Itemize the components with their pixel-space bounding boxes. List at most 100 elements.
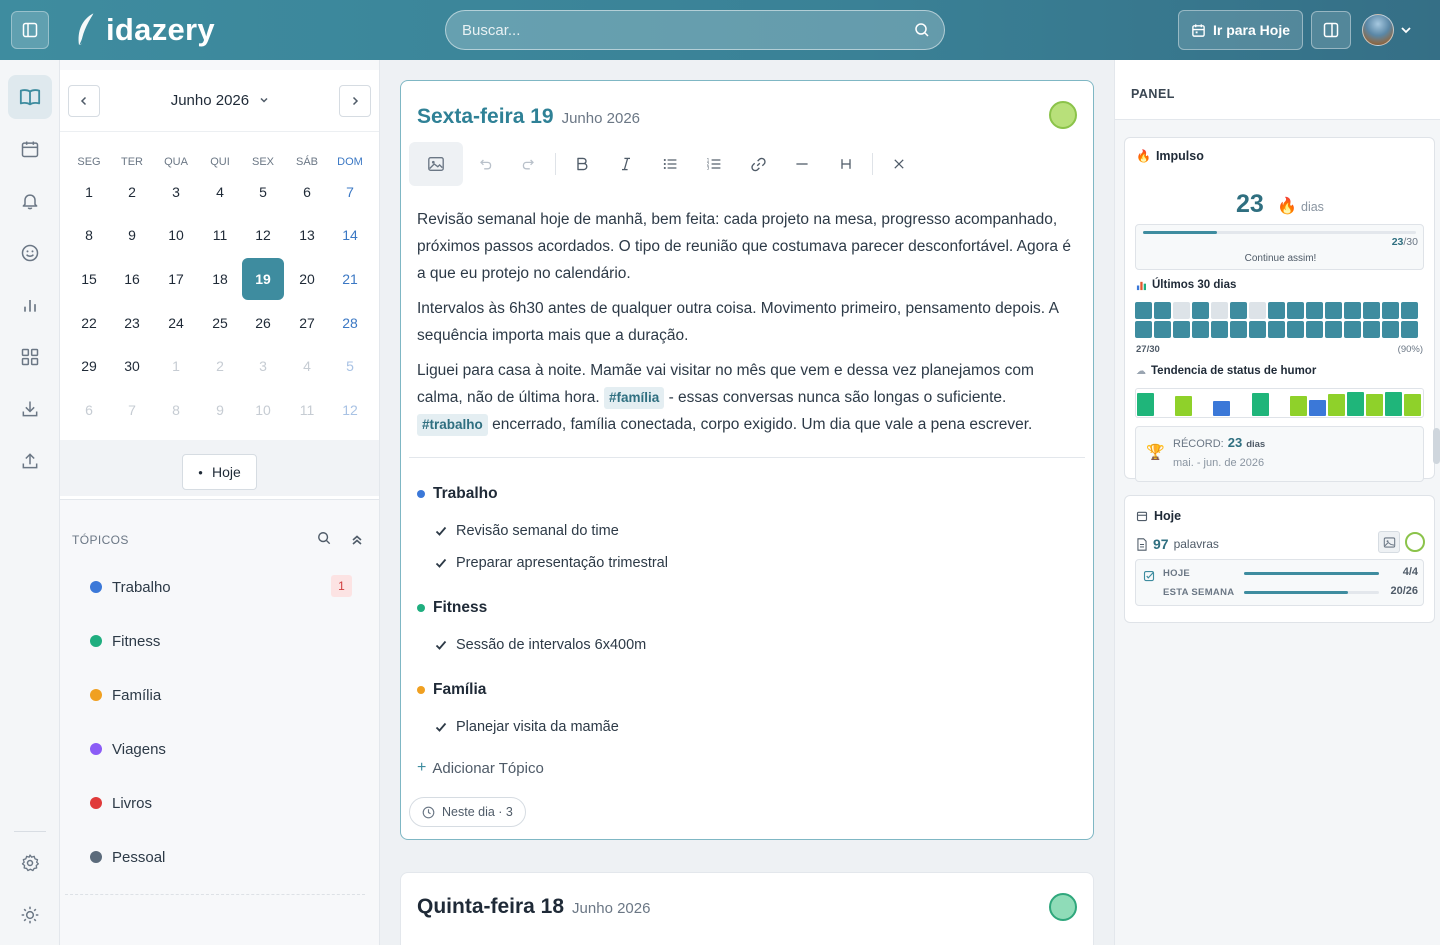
journal-entry[interactable]: Sexta-feira 19 Junho 2026 1 2 3 Revisão …	[400, 80, 1094, 840]
toggle-panel-button[interactable]	[1311, 11, 1351, 49]
collapse-topics-icon[interactable]	[351, 534, 363, 546]
add-topic-button[interactable]: + Adicionar Tópico	[417, 759, 544, 777]
calendar-day[interactable]: 3	[155, 171, 197, 213]
bold-button[interactable]	[560, 142, 604, 186]
calendar-day[interactable]: 17	[155, 258, 197, 300]
topic-section-heading[interactable]: Trabalho	[417, 485, 498, 503]
calendar-day[interactable]: 25	[199, 302, 241, 344]
calendar-day[interactable]: 22	[68, 302, 110, 344]
panel-scrollbar[interactable]	[1433, 428, 1440, 464]
calendar-day[interactable]: 13	[286, 214, 328, 256]
topic-item[interactable]: Família	[90, 683, 161, 707]
calendar-day[interactable]: 11	[286, 389, 328, 431]
calendar-day[interactable]: 2	[199, 345, 241, 387]
calendar-day[interactable]: 10	[155, 214, 197, 256]
bullet-list-button[interactable]	[648, 142, 692, 186]
sidebar-toggle-button[interactable]	[11, 11, 49, 49]
calendar-day[interactable]: 15	[68, 258, 110, 300]
topic-item[interactable]: Fitness	[90, 629, 160, 653]
check-icon[interactable]	[435, 557, 447, 569]
calendar-today-button[interactable]: ● Hoje	[182, 454, 257, 490]
calendar-day[interactable]: 23	[111, 302, 153, 344]
calendar-day[interactable]: 6	[68, 389, 110, 431]
rail-dashboard-button[interactable]	[8, 335, 52, 379]
calendar-day[interactable]: 21	[329, 258, 371, 300]
mood-indicator[interactable]	[1049, 101, 1077, 129]
calendar-day[interactable]: 1	[155, 345, 197, 387]
calendar-day[interactable]: 14	[329, 214, 371, 256]
calendar-day[interactable]: 4	[286, 345, 328, 387]
next-month-button[interactable]	[339, 85, 371, 117]
rail-theme-button[interactable]	[8, 893, 52, 937]
rail-calendar-button[interactable]	[8, 127, 52, 171]
rail-mood-button[interactable]	[8, 231, 52, 275]
rail-journal-button[interactable]	[8, 75, 52, 119]
calendar-day[interactable]: 4	[199, 171, 241, 213]
calendar-day[interactable]: 24	[155, 302, 197, 344]
avatar[interactable]	[1362, 14, 1394, 46]
topic-item[interactable]: Viagens	[90, 737, 166, 761]
calendar-day[interactable]: 28	[329, 302, 371, 344]
calendar-day[interactable]: 1	[68, 171, 110, 213]
today-image-button[interactable]	[1378, 531, 1400, 553]
chevron-down-icon[interactable]	[1400, 24, 1412, 36]
heading-button[interactable]	[824, 142, 868, 186]
calendar-day[interactable]: 20	[286, 258, 328, 300]
go-to-today-button[interactable]: Ir para Hoje	[1178, 10, 1303, 50]
rail-settings-button[interactable]	[8, 841, 52, 885]
calendar-day[interactable]: 12	[329, 389, 371, 431]
task-item[interactable]: Planejar visita da mamãe	[435, 719, 619, 735]
on-this-day-button[interactable]: Neste dia · 3	[409, 797, 526, 827]
calendar-day[interactable]: 26	[242, 302, 284, 344]
calendar-day[interactable]: 8	[155, 389, 197, 431]
rail-reminders-button[interactable]	[8, 179, 52, 223]
tag-familia[interactable]: #família	[603, 387, 665, 409]
search-input[interactable]	[446, 11, 944, 49]
task-item[interactable]: Preparar apresentação trimestral	[435, 555, 668, 571]
numbered-list-button[interactable]: 123	[692, 142, 736, 186]
calendar-day[interactable]: 2	[111, 171, 153, 213]
calendar-day[interactable]: 11	[199, 214, 241, 256]
entry-body[interactable]: Revisão semanal hoje de manhã, bem feita…	[417, 206, 1081, 446]
calendar-day[interactable]: 30	[111, 345, 153, 387]
topic-item[interactable]: Livros	[90, 791, 152, 815]
today-mood-indicator[interactable]	[1405, 532, 1425, 552]
tag-trabalho[interactable]: #trabalho	[417, 414, 488, 436]
calendar-day[interactable]: 7	[111, 389, 153, 431]
calendar-day[interactable]: 5	[242, 171, 284, 213]
task-item[interactable]: Sessão de intervalos 6x400m	[435, 637, 646, 653]
mood-indicator[interactable]	[1049, 893, 1077, 921]
task-item[interactable]: Revisão semanal do time	[435, 523, 619, 539]
rail-import-button[interactable]	[8, 387, 52, 431]
calendar-day[interactable]: 9	[111, 214, 153, 256]
calendar-day[interactable]: 10	[242, 389, 284, 431]
rail-stats-button[interactable]	[8, 283, 52, 327]
calendar-day[interactable]: 16	[111, 258, 153, 300]
calendar-day[interactable]: 6	[286, 171, 328, 213]
rail-export-button[interactable]	[8, 439, 52, 483]
insert-image-button[interactable]	[409, 142, 463, 186]
check-icon[interactable]	[435, 721, 447, 733]
calendar-day[interactable]: 5	[329, 345, 371, 387]
horizontal-rule-button[interactable]	[780, 142, 824, 186]
app-logo[interactable]: idazery	[74, 8, 215, 52]
topic-section-heading[interactable]: Fitness	[417, 599, 487, 617]
link-button[interactable]	[736, 142, 780, 186]
calendar-day[interactable]: 12	[242, 214, 284, 256]
search-box[interactable]	[445, 10, 945, 50]
italic-button[interactable]	[604, 142, 648, 186]
calendar-day[interactable]: 27	[286, 302, 328, 344]
search-icon[interactable]	[914, 22, 930, 38]
calendar-day[interactable]: 3	[242, 345, 284, 387]
redo-button[interactable]	[507, 142, 551, 186]
calendar-day[interactable]: 19	[242, 258, 284, 300]
calendar-day[interactable]: 18	[199, 258, 241, 300]
calendar-day[interactable]: 8	[68, 214, 110, 256]
calendar-day[interactable]: 9	[199, 389, 241, 431]
close-toolbar-button[interactable]	[877, 142, 921, 186]
calendar-day[interactable]: 7	[329, 171, 371, 213]
topic-item[interactable]: Trabalho	[90, 575, 171, 599]
calendar-day[interactable]: 29	[68, 345, 110, 387]
month-selector[interactable]: Junho 2026	[160, 92, 280, 109]
topic-item[interactable]: Pessoal	[90, 845, 165, 869]
